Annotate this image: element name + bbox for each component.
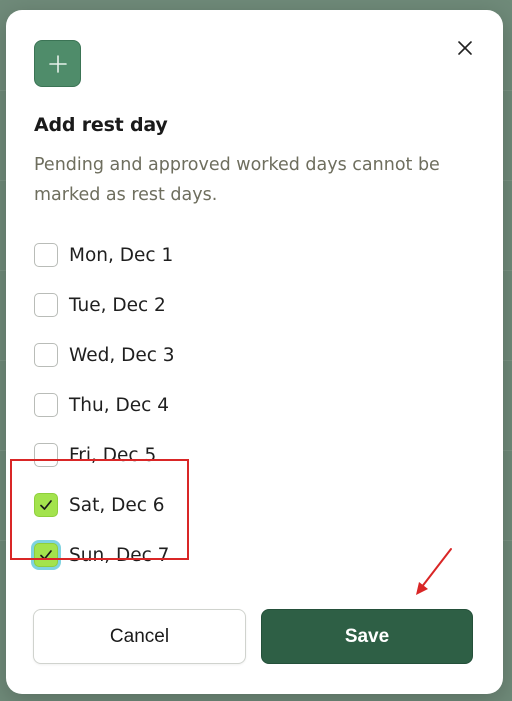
save-button[interactable]: Save [261,609,473,664]
day-checkbox[interactable] [34,343,58,367]
day-checkbox[interactable] [34,393,58,417]
cancel-button[interactable]: Cancel [33,609,246,664]
day-item[interactable]: Tue, Dec 2 [34,280,474,330]
day-item[interactable]: Fri, Dec 5 [34,430,474,480]
day-label: Tue, Dec 2 [69,294,166,316]
day-item[interactable]: Thu, Dec 4 [34,380,474,430]
dialog-description: Pending and approved worked days cannot … [34,155,440,205]
day-item[interactable]: Sat, Dec 6 [34,480,474,530]
header-icon-tile [34,40,81,87]
day-item[interactable]: Wed, Dec 3 [34,330,474,380]
day-label: Sat, Dec 6 [69,494,165,516]
close-button[interactable] [453,36,477,60]
day-checkbox[interactable] [34,443,58,467]
dialog-title: Add rest day [34,114,168,136]
day-label: Mon, Dec 1 [69,244,174,266]
day-checkbox[interactable] [34,243,58,267]
day-label: Thu, Dec 4 [69,394,169,416]
add-rest-day-dialog: Add rest day Pending and approved worked… [6,10,503,694]
day-list: Mon, Dec 1 Tue, Dec 2 Wed, Dec 3 Thu, Dec 4… [34,230,474,580]
day-checkbox[interactable] [34,293,58,317]
day-item[interactable]: Mon, Dec 1 [34,230,474,280]
checkmark-icon [40,500,52,510]
close-icon [458,41,472,55]
day-checkbox[interactable] [34,543,58,567]
day-label: Fri, Dec 5 [69,444,157,466]
checkmark-icon [40,550,52,560]
day-label: Sun, Dec 7 [69,544,170,566]
day-label: Wed, Dec 3 [69,344,175,366]
day-checkbox[interactable] [34,493,58,517]
day-item[interactable]: Sun, Dec 7 [34,530,474,580]
plus-icon [48,54,67,73]
